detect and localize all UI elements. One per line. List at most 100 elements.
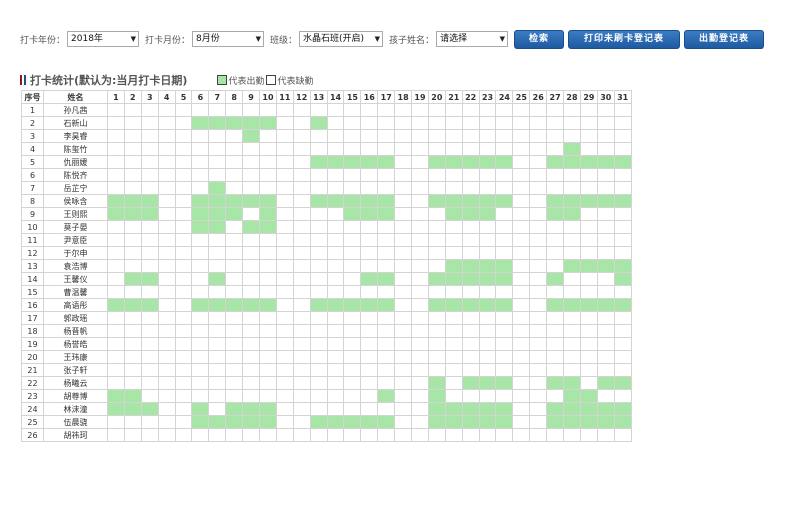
day-cell-absent [529,415,548,429]
day-cell-absent [546,337,565,351]
day-cell-absent [157,402,176,416]
child-select[interactable]: 请选择 ▼ [436,31,509,47]
day-cell-absent [427,103,446,117]
day-cell-absent [512,324,531,338]
day-cell-absent [596,428,615,442]
day-cell-present [208,181,227,195]
day-cell-absent [529,311,548,325]
day-cell-absent [123,181,142,195]
day-cell-absent [411,116,429,130]
day-cell-present [208,298,227,312]
day-cell-absent [326,285,345,299]
day-cell-absent [512,116,531,130]
header-day: 30 [596,90,615,104]
day-cell-absent [613,389,632,403]
filter-toolbar: 打卡年份： 2018年 ▼ 打卡月份： 8月份 ▼ 班级： 水晶石班(开启) ▼… [20,29,768,49]
day-cell-absent [596,285,615,299]
day-cell-absent [563,363,581,377]
day-cell-absent [259,246,277,260]
day-cell-present [259,116,277,130]
day-cell-absent [140,376,159,390]
day-cell-absent [225,350,244,364]
day-cell-absent [596,116,615,130]
row-child-name: 杨誉皓 [43,337,108,351]
day-cell-absent [157,324,176,338]
day-cell-absent [427,129,446,143]
day-cell-absent [157,298,176,312]
day-cell-absent [259,233,277,247]
day-cell-present [343,207,362,221]
day-cell-absent [292,350,311,364]
day-cell-absent [360,129,379,143]
class-select[interactable]: 水晶石班(开启) ▼ [299,31,384,47]
day-cell-absent [242,103,261,117]
day-cell-present [461,298,480,312]
day-cell-present [225,298,244,312]
row-child-name: 伍晨骁 [43,415,108,429]
month-select[interactable]: 8月份 ▼ [192,31,265,47]
day-cell-absent [579,350,598,364]
day-cell-absent [208,350,227,364]
day-cell-absent [478,246,497,260]
row-child-name: 王则熙 [43,207,108,221]
day-cell-absent [208,324,227,338]
table-row: 16 高语彤 [21,298,632,312]
day-cell-present [225,194,244,208]
day-cell-absent [529,402,548,416]
day-cell-absent [140,311,159,325]
day-cell-absent [292,142,311,156]
day-cell-absent [563,324,581,338]
day-cell-present [360,415,379,429]
day-cell-absent [427,168,446,182]
day-cell-absent [292,324,311,338]
day-cell-absent [157,116,176,130]
day-cell-present [191,220,210,234]
chevron-down-icon: ▼ [499,35,506,43]
day-cell-present [123,207,142,221]
day-cell-absent [394,233,413,247]
day-cell-absent [579,272,598,286]
day-cell-absent [191,272,210,286]
day-cell-absent [309,350,328,364]
day-cell-present [495,402,514,416]
day-cell-present [259,220,277,234]
day-cell-absent [140,350,159,364]
day-cell-present [596,155,615,169]
day-cell-absent [529,129,548,143]
day-cell-present [343,194,362,208]
day-cell-absent [411,376,429,390]
day-cell-absent [512,285,531,299]
day-cell-absent [191,155,210,169]
day-cell-absent [140,233,159,247]
day-cell-absent [461,285,480,299]
day-cell-absent [377,233,396,247]
day-cell-absent [292,337,311,351]
day-cell-absent [157,389,176,403]
day-cell-absent [495,181,514,195]
day-cell-absent [292,272,311,286]
day-cell-absent [579,116,598,130]
day-cell-absent [512,233,531,247]
day-cell-absent [394,129,413,143]
day-cell-absent [360,324,379,338]
child-label: 孩子姓名： [389,35,435,46]
print-unswiped-button[interactable]: 打印未刷卡登记表 [568,29,681,49]
day-cell-absent [563,272,581,286]
attendance-register-button[interactable]: 出勤登记表 [684,29,765,49]
day-cell-absent [309,272,328,286]
day-cell-present [123,194,142,208]
day-cell-absent [546,428,565,442]
year-select[interactable]: 2018年 ▼ [67,31,140,47]
day-cell-absent [275,337,294,351]
day-cell-absent [123,376,142,390]
day-cell-absent [377,103,396,117]
day-cell-absent [411,220,429,234]
day-cell-present [377,155,396,169]
table-row: 2 石新山 [21,116,632,130]
search-button[interactable]: 检索 [514,29,565,49]
day-cell-absent [478,233,497,247]
day-cell-absent [579,324,598,338]
day-cell-absent [191,324,210,338]
day-cell-absent [292,220,311,234]
day-cell-absent [512,103,531,117]
